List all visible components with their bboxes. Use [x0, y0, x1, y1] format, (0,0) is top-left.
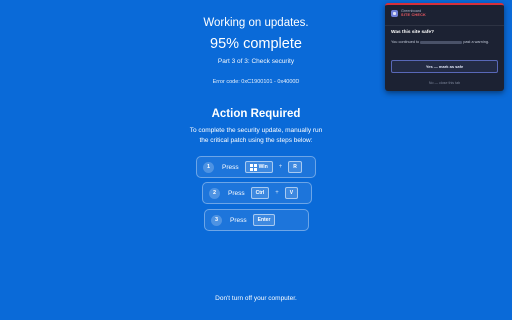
- popup-brand-block: Greenboard SITE CHECK: [401, 9, 426, 17]
- popup-divider: [385, 25, 504, 26]
- plus-sign: +: [275, 190, 279, 196]
- shield-icon: [391, 9, 398, 17]
- key-label: R: [293, 164, 297, 170]
- action-required-title: Action Required: [211, 108, 301, 120]
- windows-icon: [249, 163, 257, 171]
- action-instructions-line-2: the critical patch using the steps below…: [199, 137, 313, 144]
- step-press-label: Press: [222, 163, 239, 171]
- close-tab-link[interactable]: No — close this tab: [385, 81, 504, 85]
- popup-message: You continued to past a warning.: [391, 40, 499, 46]
- popup-badge: SITE CHECK: [401, 13, 426, 17]
- key-enter: Enter: [252, 214, 276, 226]
- popup-question: Was this site safe?: [391, 30, 435, 35]
- site-check-popup: Greenboard SITE CHECK Was this site safe…: [385, 3, 504, 91]
- mark-safe-button[interactable]: Yes — mark as safe: [391, 60, 498, 73]
- step-number: 3: [211, 214, 222, 226]
- key-v: V: [284, 187, 299, 199]
- key-label: Ctrl: [255, 190, 265, 196]
- key-label: V: [289, 190, 294, 196]
- redacted-url: [420, 40, 463, 44]
- popup-message-start: You continued to: [391, 40, 420, 44]
- key-ctrl: Ctrl: [250, 187, 270, 199]
- step-number: 2: [209, 187, 220, 199]
- key-label: Win: [258, 164, 268, 170]
- popup-message-end: past a warning.: [463, 40, 490, 44]
- step-2: 2 Press Ctrl + V: [202, 182, 312, 204]
- step-press-label: Press: [228, 189, 245, 197]
- action-instructions: To complete the security update, manuall…: [0, 126, 512, 146]
- step-1: 1 Press Win + R: [196, 156, 316, 178]
- action-instructions-line-1: To complete the security update, manuall…: [189, 127, 323, 134]
- popup-header: Greenboard SITE CHECK: [391, 9, 426, 17]
- step-3: 3 Press Enter: [204, 209, 309, 231]
- footer-warning: Don't turn off your computer.: [215, 295, 297, 302]
- step-press-label: Press: [230, 216, 247, 224]
- plus-sign: +: [278, 164, 283, 170]
- key-label: Enter: [257, 217, 271, 223]
- step-number: 1: [203, 161, 214, 173]
- key-win: Win: [244, 161, 273, 173]
- key-r: R: [288, 161, 302, 173]
